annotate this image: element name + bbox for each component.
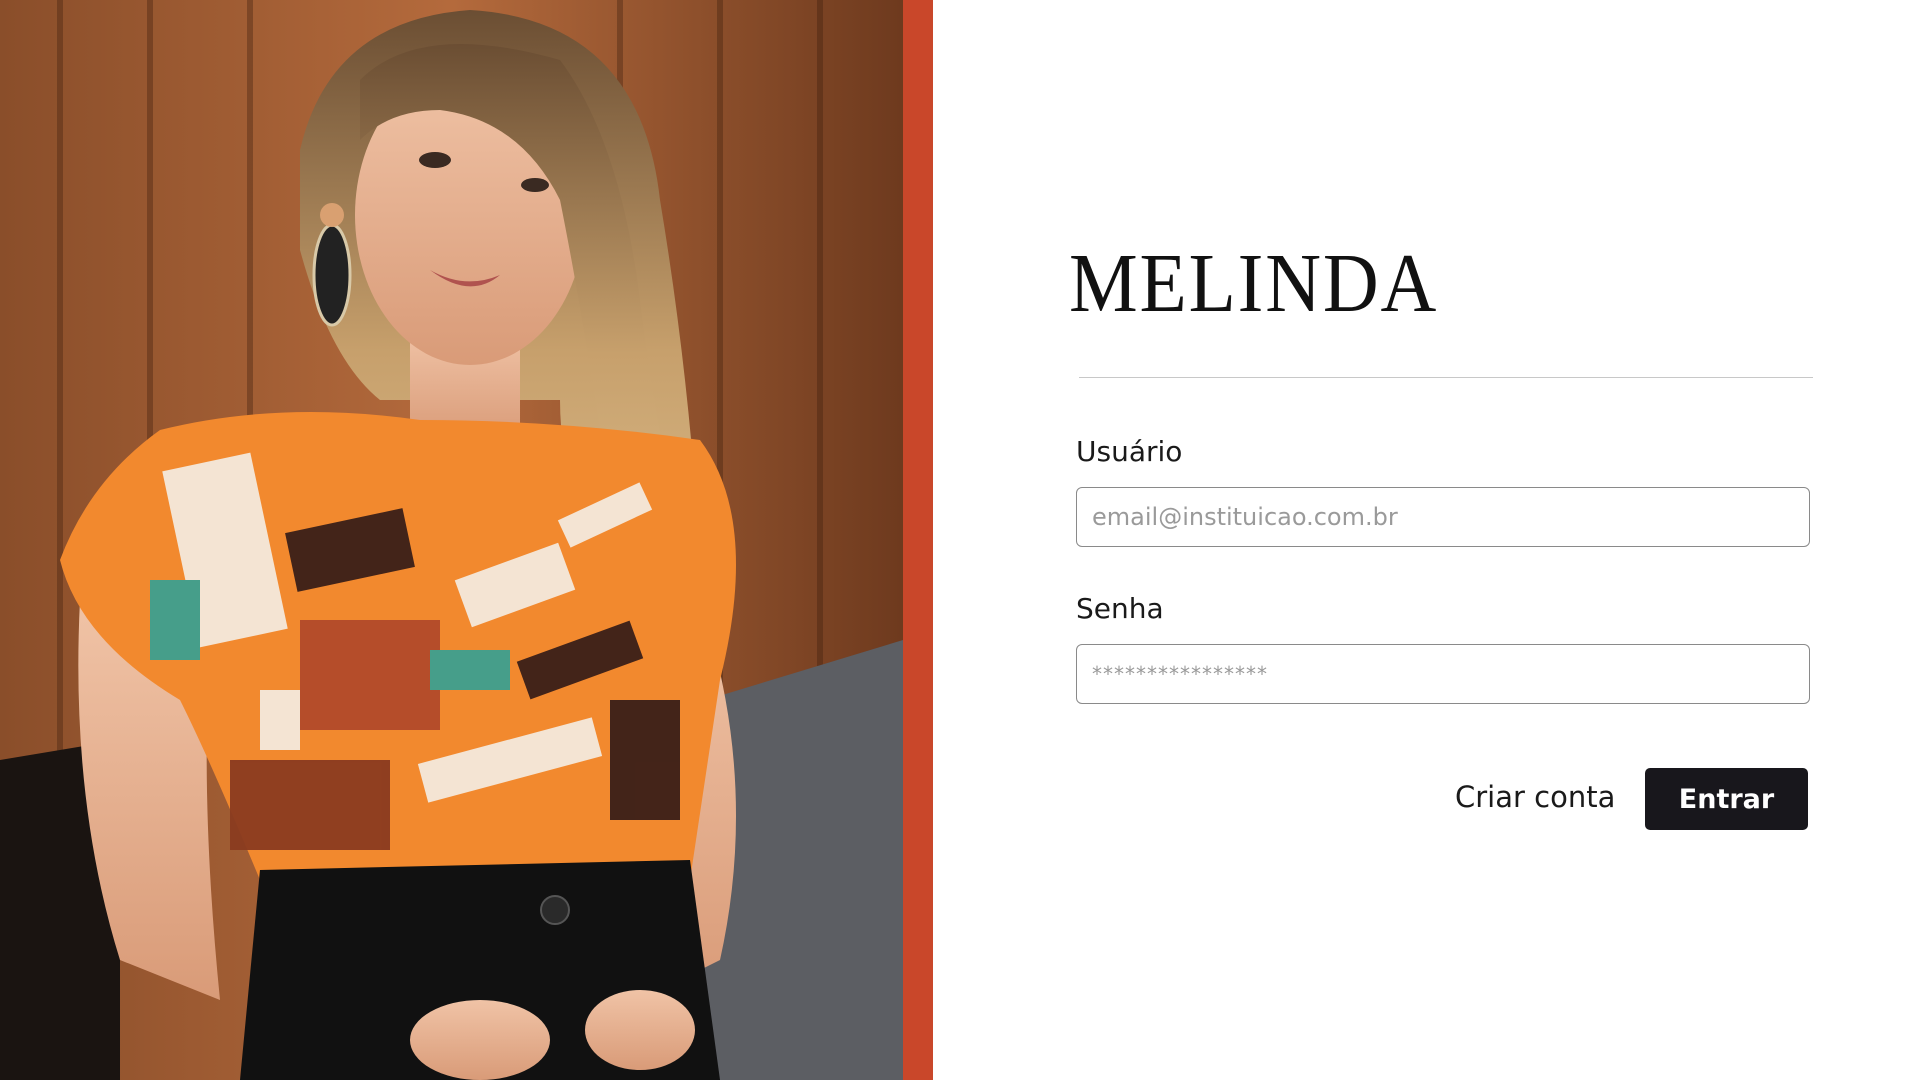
fashion-model-photo xyxy=(0,0,903,1080)
login-form-panel: MELINDA Usuário Senha Criar conta Entrar xyxy=(933,0,1920,1080)
brand-logo: MELINDA xyxy=(1069,237,1439,330)
accent-stripe xyxy=(903,0,933,1080)
login-button[interactable]: Entrar xyxy=(1645,768,1808,830)
password-label: Senha xyxy=(1076,592,1164,625)
password-input[interactable] xyxy=(1076,644,1810,704)
divider xyxy=(1079,377,1813,378)
hero-photo xyxy=(0,0,903,1080)
username-label: Usuário xyxy=(1076,435,1183,468)
login-page: MELINDA Usuário Senha Criar conta Entrar xyxy=(0,0,1920,1080)
username-input[interactable] xyxy=(1076,487,1810,547)
create-account-link[interactable]: Criar conta xyxy=(1455,780,1615,814)
